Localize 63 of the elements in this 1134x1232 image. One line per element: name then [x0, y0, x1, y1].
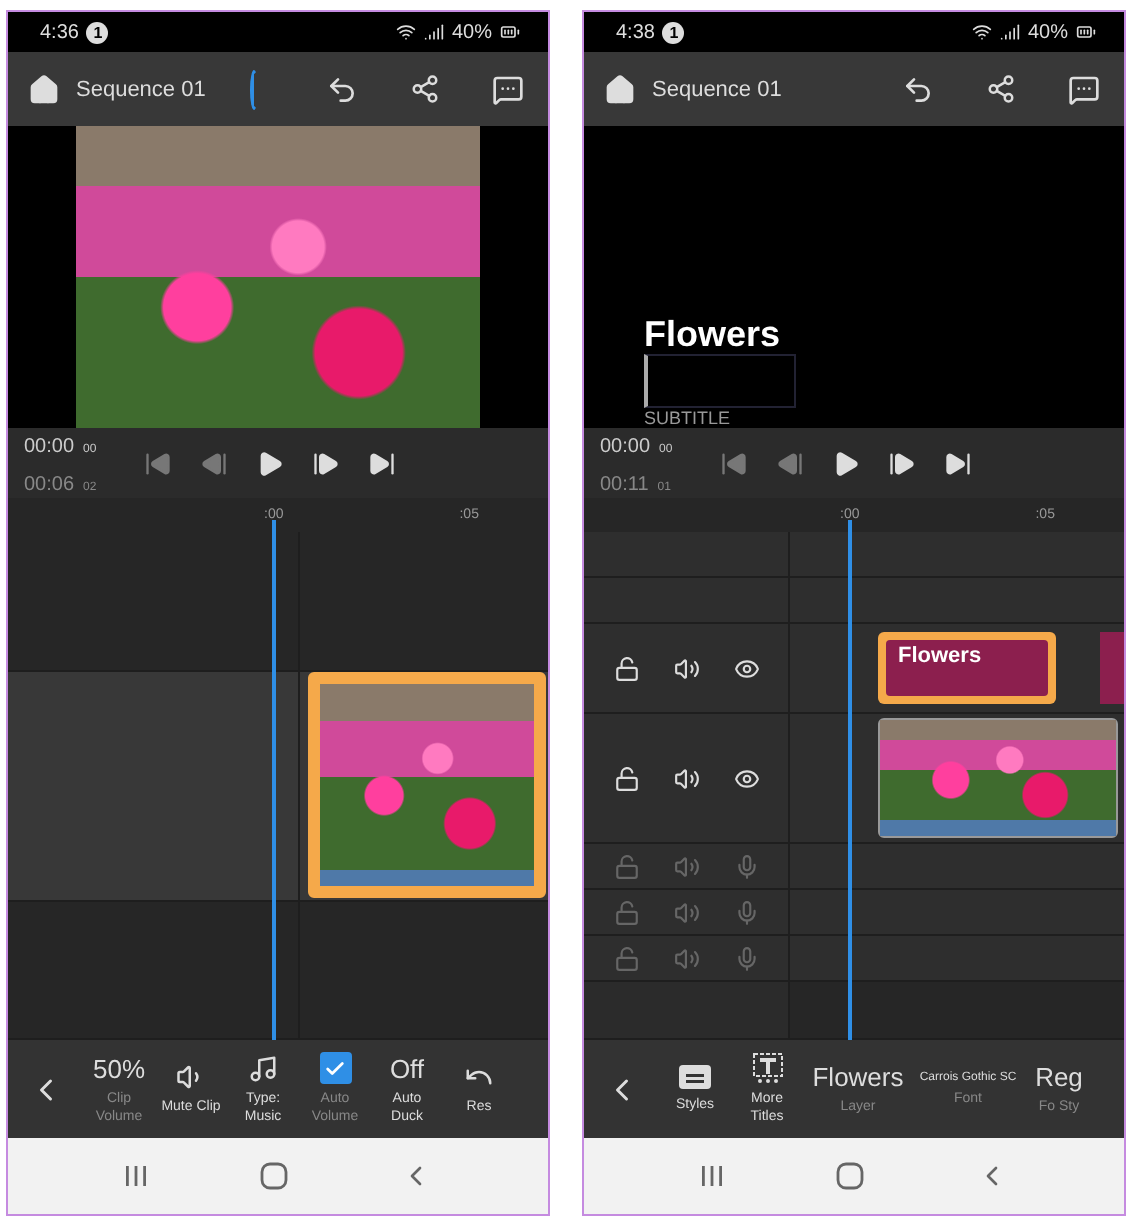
battery-icon [1076, 22, 1096, 42]
music-note-icon [248, 1053, 278, 1083]
subtitle-text: SUBTITLE [644, 408, 733, 428]
notification-badge: 1 [86, 21, 109, 43]
signal-icon [999, 22, 1020, 42]
title-clip[interactable] [1100, 632, 1124, 704]
play-button[interactable] [832, 449, 860, 477]
speaker-icon[interactable] [673, 655, 699, 681]
lock-icon[interactable] [613, 765, 639, 791]
duration-time: 00:06 [24, 474, 75, 496]
checkmark-icon [324, 1057, 346, 1079]
wifi-icon [971, 22, 992, 42]
home-nav-button[interactable] [260, 1162, 288, 1190]
microphone-icon[interactable] [733, 899, 759, 925]
play-button[interactable] [256, 449, 284, 477]
microphone-icon[interactable] [733, 853, 759, 879]
title-clip[interactable]: Flowers [878, 632, 1056, 704]
clock: 4:38 [616, 21, 655, 43]
tool-value: Flowers [812, 1062, 904, 1092]
wifi-icon [395, 22, 416, 42]
undo-button[interactable] [902, 73, 934, 105]
battery-level: 40% [1027, 21, 1068, 43]
duration-time: 00:11 [600, 474, 649, 496]
share-button[interactable] [986, 74, 1016, 104]
tool-value: Off [389, 1053, 425, 1083]
go-to-end-button[interactable] [368, 449, 396, 477]
title-text: Flowers [644, 314, 783, 356]
clock: 4:36 [40, 21, 79, 43]
video-clip[interactable] [878, 718, 1118, 838]
go-to-end-button[interactable] [944, 449, 972, 477]
signal-icon [423, 22, 444, 42]
battery-icon [500, 22, 520, 42]
styles-icon [678, 1064, 712, 1090]
video-clip[interactable] [308, 672, 546, 898]
home-button[interactable] [28, 73, 60, 105]
eye-icon[interactable] [733, 765, 759, 791]
home-button[interactable] [604, 73, 636, 105]
eye-icon[interactable] [733, 655, 759, 681]
notification-badge: 1 [662, 21, 685, 43]
step-back-button[interactable] [200, 449, 228, 477]
tool-value: Reg [1035, 1062, 1083, 1092]
go-to-start-button[interactable] [144, 449, 172, 477]
title-template-icon [751, 1052, 783, 1084]
current-time: 00:00 [24, 436, 75, 458]
recent-apps-button[interactable] [124, 1164, 148, 1188]
lock-icon[interactable] [613, 655, 639, 681]
comment-button[interactable] [492, 73, 524, 105]
comment-button[interactable] [1068, 73, 1100, 105]
tool-value: 50% [92, 1053, 146, 1083]
step-forward-button[interactable] [888, 449, 916, 477]
undo-button[interactable] [326, 73, 358, 105]
microphone-icon[interactable] [733, 945, 759, 971]
go-to-start-button[interactable] [720, 449, 748, 477]
sequence-title: Sequence 01 [76, 77, 206, 101]
home-nav-button[interactable] [836, 1162, 864, 1190]
step-forward-button[interactable] [312, 449, 340, 477]
recent-apps-button[interactable] [700, 1164, 724, 1188]
battery-level: 40% [451, 21, 492, 43]
current-time: 00:00 [600, 436, 651, 458]
step-back-button[interactable] [776, 449, 804, 477]
speaker-icon[interactable] [673, 765, 699, 791]
sequence-title: Sequence 01 [652, 77, 782, 101]
share-button[interactable] [410, 74, 440, 104]
